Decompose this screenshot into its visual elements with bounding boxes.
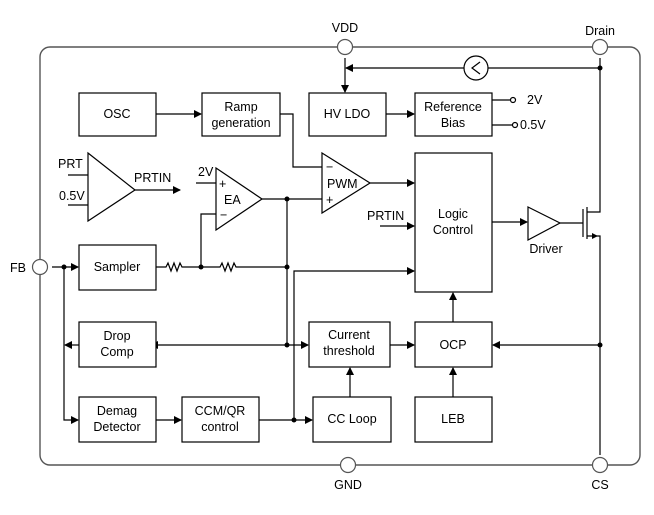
- block-demag-detector: Demag Detector: [78, 396, 157, 443]
- ref-0-5v-label: 0.5V: [520, 118, 546, 132]
- svg-text:CC Loop: CC Loop: [327, 412, 376, 426]
- current-source-icon: [463, 55, 489, 81]
- svg-text:generation: generation: [211, 116, 270, 130]
- ref-2v-label: 2V: [527, 93, 543, 107]
- block-drop-comp: Drop Comp: [78, 321, 157, 368]
- block-ccm-qr-control: CCM/QR control: [181, 396, 260, 443]
- svg-text:VDD: VDD: [332, 21, 358, 35]
- svg-text:EA: EA: [224, 193, 241, 207]
- terminal-0-5v: [511, 121, 519, 129]
- block-diagram: 2V 0.5V OSC Ramp generation HV LDO Refere…: [10, 21, 641, 492]
- block-ocp: OCP: [414, 321, 493, 368]
- svg-text:PWM: PWM: [327, 177, 358, 191]
- terminal-2v: [509, 96, 517, 104]
- pin-vdd: VDD: [332, 21, 358, 56]
- svg-text:Demag: Demag: [97, 404, 137, 418]
- pin-fb: FB: [10, 258, 49, 276]
- svg-text:Current: Current: [328, 328, 370, 342]
- block-hv-ldo: HV LDO: [308, 92, 387, 137]
- svg-text:−: −: [220, 208, 227, 222]
- svg-text:OCP: OCP: [439, 338, 466, 352]
- svg-text:Detector: Detector: [93, 420, 140, 434]
- svg-text:control: control: [201, 420, 239, 434]
- svg-text:Logic: Logic: [438, 207, 468, 221]
- svg-text:0.5V: 0.5V: [59, 189, 85, 203]
- svg-text:Drain: Drain: [585, 24, 615, 38]
- logic-prtin-label: PRTIN: [367, 209, 404, 223]
- svg-text:+: +: [219, 177, 226, 191]
- block-ramp-generation: Ramp generation: [201, 92, 281, 137]
- svg-text:Driver: Driver: [529, 242, 562, 256]
- svg-text:FB: FB: [10, 261, 26, 275]
- svg-text:threshold: threshold: [323, 344, 374, 358]
- block-cc-loop: CC Loop: [312, 396, 392, 443]
- pwm-comparator: − PWM +: [321, 151, 372, 215]
- pin-gnd: GND: [334, 456, 362, 492]
- svg-text:Sampler: Sampler: [94, 260, 141, 274]
- svg-text:GND: GND: [334, 478, 362, 492]
- svg-text:Comp: Comp: [100, 345, 133, 359]
- svg-text:Drop: Drop: [103, 329, 130, 343]
- block-osc: OSC: [78, 92, 157, 137]
- svg-text:Bias: Bias: [441, 116, 465, 130]
- prt-comparator: PRT 0.5V PRTIN: [58, 151, 171, 223]
- svg-text:LEB: LEB: [441, 412, 465, 426]
- svg-text:2V: 2V: [198, 165, 214, 179]
- pin-drain: Drain: [585, 24, 615, 56]
- pin-cs: CS: [591, 456, 609, 492]
- svg-text:Ramp: Ramp: [224, 100, 257, 114]
- svg-text:PRTIN: PRTIN: [134, 171, 171, 185]
- svg-text:HV LDO: HV LDO: [324, 107, 371, 121]
- block-logic-control: Logic Control: [414, 152, 493, 293]
- svg-text:+: +: [326, 193, 333, 207]
- block-current-threshold: Current threshold: [308, 321, 391, 368]
- svg-text:CS: CS: [591, 478, 608, 492]
- svg-text:Reference: Reference: [424, 100, 482, 114]
- error-amplifier: 2V + EA −: [198, 165, 264, 232]
- svg-text:OSC: OSC: [103, 107, 130, 121]
- block-leb: LEB: [414, 396, 493, 443]
- block-reference-bias: Reference Bias: [414, 92, 493, 137]
- block-sampler: Sampler: [78, 244, 157, 291]
- svg-text:−: −: [326, 160, 333, 174]
- svg-text:Control: Control: [433, 223, 473, 237]
- driver-buffer: Driver: [527, 206, 563, 256]
- svg-text:PRT: PRT: [58, 157, 83, 171]
- svg-text:CCM/QR: CCM/QR: [195, 404, 246, 418]
